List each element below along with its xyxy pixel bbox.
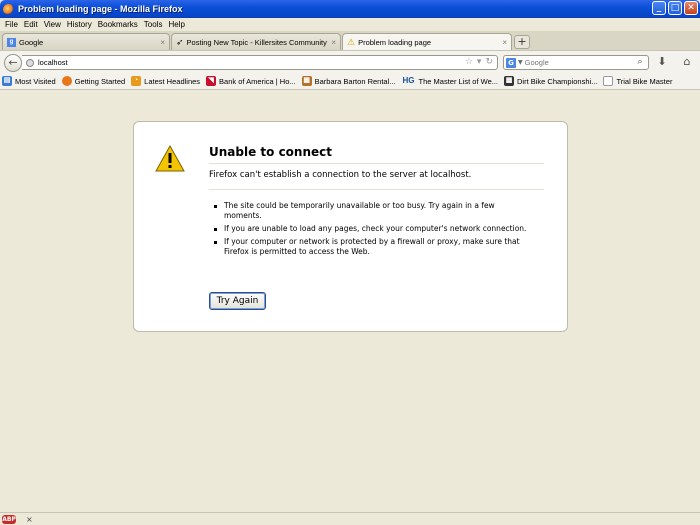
home-icon: ⌂ (683, 55, 691, 68)
menu-file[interactable]: File (4, 20, 23, 29)
bookmark-dirt-bike[interactable]: ▩ Dirt Bike Championshi... (504, 76, 597, 86)
tab-label: Posting New Topic - Killersites Communit… (186, 37, 327, 47)
menu-edit[interactable]: Edit (23, 20, 43, 29)
tab-problem-loading[interactable]: ⚠ Problem loading page × (342, 33, 512, 51)
bookmark-label: Bank of America | Ho... (219, 76, 296, 86)
addon-bar-close-icon[interactable]: × (26, 515, 33, 524)
barbara-icon: ▦ (301, 76, 312, 86)
bookmark-master-list[interactable]: HG The Master List of We... (402, 76, 498, 86)
error-box: Unable to connect Firefox can't establis… (133, 121, 568, 332)
suggestion-item: If your computer or network is protected… (212, 237, 532, 257)
bookmark-latest-headlines[interactable]: ◔ Latest Headlines (131, 76, 200, 86)
tab-killersites[interactable]: ➶ Posting New Topic - Killersites Commun… (171, 33, 341, 50)
window-controls: _ □ ✕ (652, 1, 698, 15)
firefox-icon (61, 76, 72, 86)
engine-dropdown-icon[interactable]: ▼ (518, 59, 523, 66)
close-window-button[interactable]: ✕ (684, 1, 698, 15)
bofa-icon: ◥ (206, 76, 217, 86)
search-bar[interactable]: G ▼ ⌕ (503, 55, 649, 70)
maximize-button[interactable]: □ (668, 1, 682, 15)
bookmark-label: Barbara Barton Rental... (314, 76, 396, 86)
search-input[interactable] (524, 58, 625, 67)
warning-icon: ⚠ (347, 37, 356, 47)
warning-triangle-icon (155, 145, 185, 172)
error-description: Firefox can't establish a connection to … (209, 170, 544, 190)
menu-tools[interactable]: Tools (143, 20, 168, 29)
back-button[interactable]: ← (4, 54, 22, 72)
error-title: Unable to connect (209, 145, 544, 164)
hg-icon: HG (402, 76, 415, 85)
navigation-bar: ← localhost ☆ ▾ ↻ G ▼ ⌕ ⬇ ⌂ (0, 50, 700, 73)
new-tab-button[interactable]: + (514, 35, 530, 49)
status-bar: ABP × (0, 512, 700, 525)
rss-icon: ◔ (131, 76, 142, 86)
minimize-button[interactable]: _ (652, 1, 666, 15)
google-favicon: g (7, 37, 16, 47)
url-bar[interactable]: localhost ☆ ▾ ↻ (22, 55, 498, 70)
download-arrow-icon: ⬇ (657, 55, 667, 68)
bookmarks-toolbar: ▤ Most Visited Getting Started ◔ Latest … (0, 73, 700, 90)
bookmark-barbara-barton[interactable]: ▦ Barbara Barton Rental... (301, 76, 396, 86)
home-button[interactable]: ⌂ (680, 55, 694, 70)
adblock-icon[interactable]: ABP (2, 514, 16, 524)
tab-close-icon[interactable]: × (160, 38, 165, 47)
globe-icon (26, 58, 34, 67)
downloads-button[interactable]: ⬇ (655, 55, 669, 70)
suggestion-item: The site could be temporarily unavailabl… (212, 201, 532, 221)
tab-close-icon[interactable]: × (331, 38, 336, 47)
google-search-engine-icon[interactable]: G (506, 57, 516, 68)
bookmark-trial-bike-master[interactable]: Trial Bike Master (603, 76, 672, 86)
back-arrow-icon: ← (8, 56, 18, 69)
suggestion-item: If you are unable to load any pages, che… (212, 224, 532, 234)
menu-view[interactable]: View (43, 20, 66, 29)
bookmark-label: Getting Started (74, 76, 126, 86)
window-title: Problem loading page - Mozilla Firefox (18, 4, 183, 14)
page-content: Unable to connect Firefox can't establis… (0, 90, 700, 512)
page-icon (603, 76, 614, 86)
menu-history[interactable]: History (66, 20, 97, 29)
menu-help[interactable]: Help (167, 20, 189, 29)
bookmark-label: The Master List of We... (418, 76, 498, 86)
bookmark-bank-of-america[interactable]: ◥ Bank of America | Ho... (206, 76, 296, 86)
bookmark-label: Latest Headlines (144, 76, 201, 86)
tab-strip: g Google × ➶ Posting New Topic - Killers… (0, 31, 700, 51)
try-again-button[interactable]: Try Again (209, 292, 266, 310)
menu-bar: File Edit View History Bookmarks Tools H… (0, 18, 700, 31)
menu-bookmarks[interactable]: Bookmarks (97, 20, 143, 29)
killersites-favicon: ➶ (176, 36, 184, 47)
tab-label: Problem loading page (358, 38, 432, 47)
tab-close-icon[interactable]: × (502, 38, 507, 47)
firefox-app-icon (3, 3, 14, 15)
bookmark-label: Dirt Bike Championshi... (517, 76, 598, 86)
bookmark-getting-started[interactable]: Getting Started (61, 76, 126, 86)
dirtbike-icon: ▩ (504, 76, 514, 86)
most-visited-icon: ▤ (2, 76, 12, 86)
window-titlebar[interactable]: Problem loading page - Mozilla Firefox _… (0, 0, 700, 18)
bookmark-label: Trial Bike Master (616, 76, 673, 86)
bookmark-most-visited[interactable]: ▤ Most Visited (2, 76, 56, 86)
tab-google[interactable]: g Google × (2, 33, 170, 50)
dropdown-icon[interactable]: ▾ (477, 57, 482, 67)
bookmark-label: Most Visited (15, 76, 56, 86)
search-magnifier-icon[interactable]: ⌕ (634, 57, 646, 69)
url-text: localhost (38, 58, 68, 67)
error-suggestions: The site could be temporarily unavailabl… (212, 201, 532, 260)
reload-icon[interactable]: ↻ (485, 57, 493, 67)
url-bar-icons: ☆ ▾ ↻ (465, 57, 493, 67)
tab-label: Google (19, 37, 44, 47)
bookmark-star-icon[interactable]: ☆ (465, 57, 473, 67)
